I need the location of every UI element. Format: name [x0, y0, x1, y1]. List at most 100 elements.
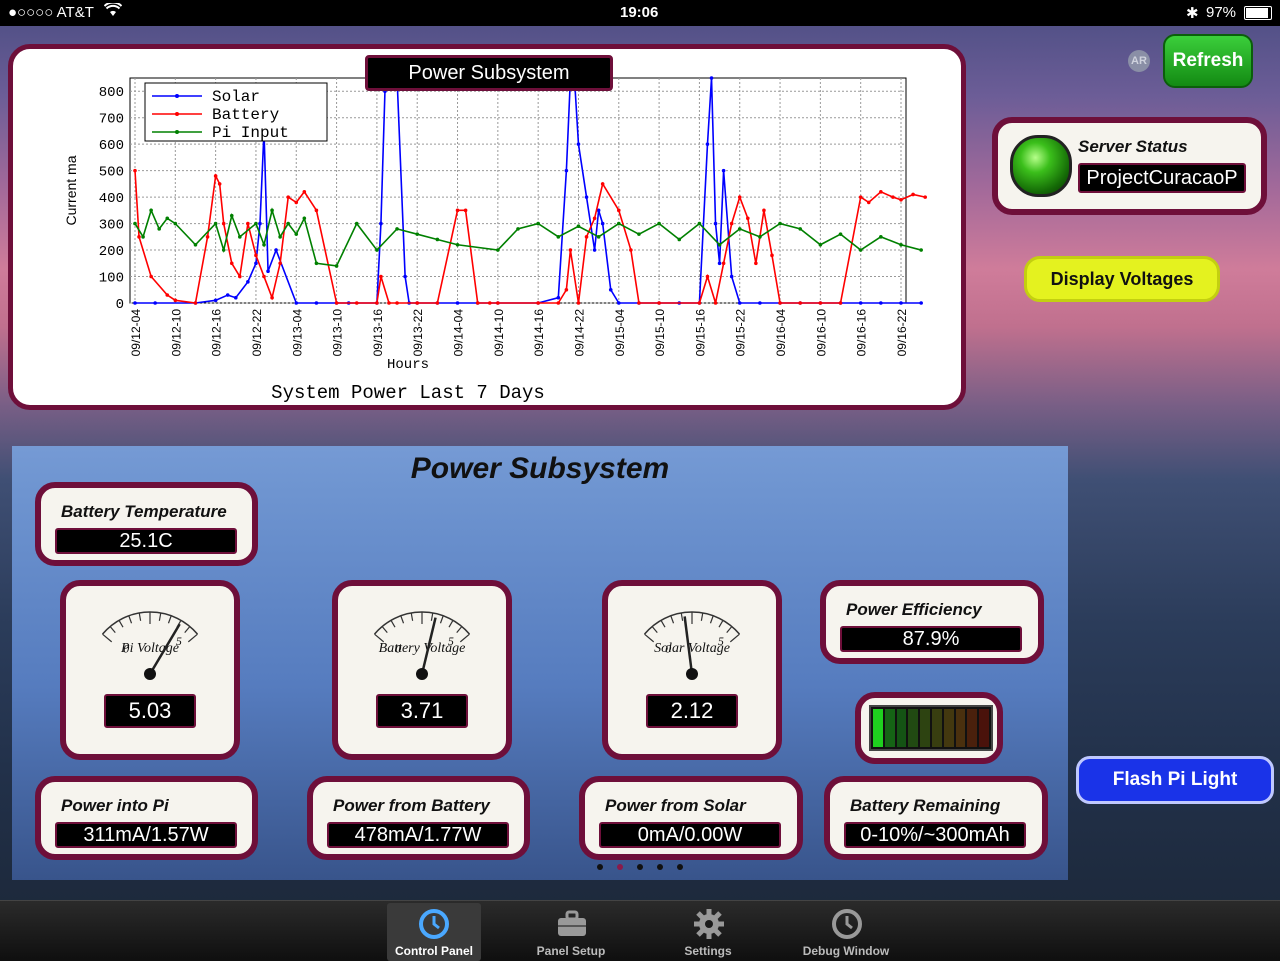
data-point [270, 208, 274, 213]
legend-label: Pi Input [212, 124, 289, 142]
bluetooth-icon: ✱ [1186, 5, 1199, 22]
data-point [899, 242, 903, 247]
data-point [858, 195, 863, 199]
battery-segment [943, 709, 954, 747]
data-point [254, 253, 258, 258]
data-point [778, 221, 782, 226]
data-point [758, 235, 762, 239]
power-into-pi-label: Power into Pi [61, 796, 169, 815]
legend-label: Battery [212, 106, 280, 124]
data-point [596, 235, 601, 239]
y-tick-label: 400 [99, 191, 124, 207]
solar-voltage-gauge: 0 5 Solar Voltage 2.12 [602, 580, 782, 760]
data-point [302, 190, 307, 194]
data-point [536, 221, 540, 226]
x-tick-label: 09/14-04 [452, 309, 466, 357]
x-tick-label: 09/13-16 [371, 309, 385, 357]
battery-segment [979, 709, 989, 747]
data-point [838, 232, 843, 236]
data-point [213, 298, 218, 303]
data-point [838, 301, 843, 305]
battery-remaining-label: Battery Remaining [850, 796, 1001, 815]
server-status-value: ProjectCuracaoP [1078, 163, 1246, 193]
tab-settings[interactable]: Settings [648, 903, 768, 961]
data-point [278, 235, 282, 239]
battery-segment [908, 709, 919, 747]
battery-remaining-card: Battery Remaining 0-10%/~300mAh [824, 776, 1048, 860]
power-efficiency-card: Power Efficiency 87.9% [820, 580, 1044, 664]
x-tick-label: 09/15-10 [653, 309, 667, 357]
data-point [133, 221, 137, 226]
clock: 19:06 [620, 4, 659, 21]
data-point [713, 221, 718, 226]
ar-icon[interactable]: AR [1128, 50, 1150, 72]
gauge-tick [660, 620, 666, 628]
power-into-pi-value: 311mA/1.57W [55, 822, 237, 848]
data-point [415, 232, 420, 236]
x-tick-label: 09/14-16 [532, 309, 546, 357]
data-point [496, 301, 500, 305]
data-point [213, 221, 218, 226]
data-point [221, 221, 226, 226]
data-point [911, 192, 915, 197]
gauge-tick [718, 620, 724, 628]
gauge-tick [726, 626, 733, 634]
y-tick-label: 200 [99, 244, 124, 260]
data-point [278, 261, 282, 266]
gauge-tick [158, 612, 162, 621]
y-tick-label: 0 [116, 297, 124, 313]
data-point [608, 287, 613, 292]
data-point [592, 216, 597, 221]
refresh-button[interactable]: Refresh [1163, 34, 1253, 88]
display-voltages-button[interactable]: Display Voltages [1024, 256, 1220, 302]
data-point [475, 301, 480, 305]
data-point [754, 261, 758, 266]
page-dot[interactable] [617, 864, 623, 870]
data-point [238, 235, 242, 239]
y-tick-label: 800 [99, 85, 124, 101]
data-point [899, 197, 903, 202]
tab-debug-window[interactable]: Debug Window [786, 903, 906, 961]
x-tick-label: 09/14-10 [492, 309, 506, 357]
flash-pi-light-button[interactable]: Flash Pi Light [1076, 756, 1274, 804]
data-point [274, 248, 278, 252]
data-point [233, 295, 238, 300]
page-dot[interactable] [637, 864, 643, 870]
power-chart: 0 100 200 300 400 500 600 700 800 09/12-04 09/12-1… [63, 76, 927, 404]
data-point [314, 261, 319, 266]
chart-legend: SolarBatteryPi Input [144, 82, 328, 142]
data-point [375, 248, 379, 252]
battery-percent: 97% [1206, 4, 1237, 21]
gauge-tick [410, 612, 414, 621]
x-tick-label: 09/13-10 [331, 309, 345, 357]
x-tick-label: 09/16-22 [895, 309, 909, 357]
data-point [713, 301, 718, 305]
data-point [165, 216, 170, 221]
x-tick-label: 09/16-04 [774, 309, 788, 357]
battery-segment [955, 709, 966, 747]
page-dot[interactable] [597, 864, 603, 870]
data-point [238, 274, 242, 279]
data-point [717, 261, 722, 266]
data-point [217, 182, 222, 186]
data-point [737, 301, 742, 305]
gauge-tick [390, 620, 396, 628]
data-point [556, 295, 561, 300]
tab-label: Settings [684, 944, 732, 958]
gauge-name-label: Solar Voltage [654, 641, 730, 656]
page-dot[interactable] [657, 864, 663, 870]
data-point [556, 301, 561, 305]
data-point [487, 301, 492, 305]
status-light-icon [1010, 135, 1072, 197]
data-point [225, 293, 230, 297]
data-point [576, 224, 581, 229]
page-dot[interactable] [677, 864, 683, 870]
data-point [879, 235, 883, 239]
panel-title: Power Subsystem [410, 452, 670, 485]
tab-panel-setup[interactable]: Panel Setup [511, 903, 631, 961]
y-tick-label: 300 [99, 218, 124, 234]
tab-control-panel[interactable]: Control Panel [387, 903, 481, 961]
battery-voltage-gauge: 0 5 Battery Voltage 3.71 [332, 580, 512, 760]
battery-voltage-dial: 05Battery Voltage [373, 611, 471, 680]
x-tick-label: 09/13-04 [290, 309, 304, 357]
